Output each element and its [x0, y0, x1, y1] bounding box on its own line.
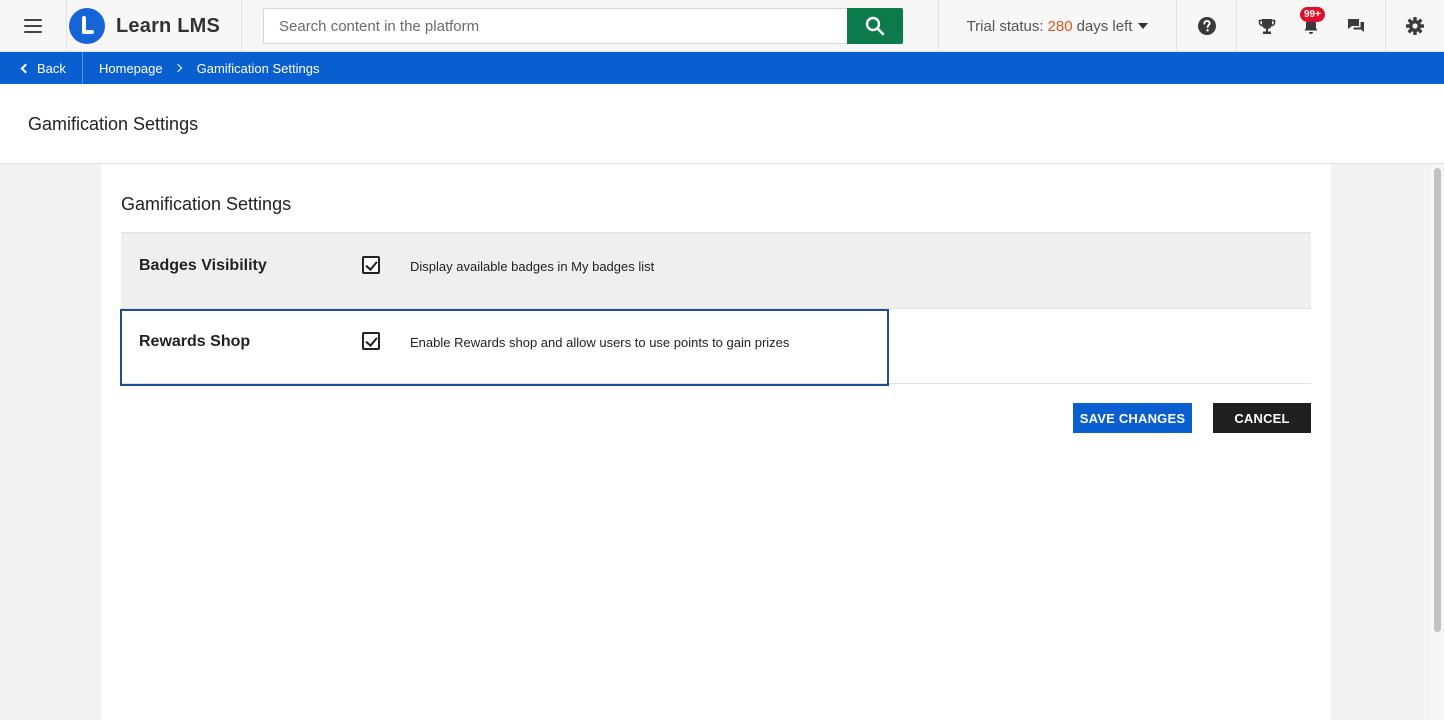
cancel-button[interactable]: CANCEL	[1213, 403, 1311, 433]
breadcrumb: Back Homepage Gamification Settings	[0, 52, 1444, 84]
chat-icon	[1348, 19, 1364, 32]
setting-description: Enable Rewards shop and allow users to u…	[410, 335, 790, 350]
trial-days: 280	[1047, 17, 1073, 35]
breadcrumb-current: Gamification Settings	[196, 60, 320, 76]
page-title: Gamification Settings	[28, 114, 199, 134]
brand-name: Learn LMS	[116, 14, 221, 37]
breadcrumb-homepage-link[interactable]: Homepage	[99, 61, 163, 76]
notifications-badge: 99+	[1300, 7, 1325, 22]
logo-icon	[69, 8, 105, 44]
search-icon	[865, 16, 885, 36]
search-button[interactable]	[847, 8, 903, 44]
back-button[interactable]: Back	[0, 52, 83, 84]
trial-prefix: Trial status:	[966, 17, 1044, 35]
achievements-button[interactable]	[1236, 0, 1296, 52]
setting-row-rewards-shop: Rewards Shop Enable Rewards shop and all…	[120, 308, 1311, 386]
trial-status-dropdown[interactable]: Trial status: 280 days left	[938, 0, 1176, 52]
menu-icon	[24, 19, 42, 33]
setting-description: Display available badges in My badges li…	[410, 259, 655, 274]
trophy-icon	[1258, 19, 1275, 34]
rewards-shop-checkbox[interactable]	[362, 332, 380, 350]
search-bar	[263, 8, 903, 44]
brand[interactable]: Learn LMS	[66, 0, 242, 52]
save-changes-button[interactable]: SAVE CHANGES	[1073, 403, 1192, 433]
settings-card: Gamification Settings Badges Visibility …	[101, 164, 1331, 720]
scrollbar-thumb[interactable]	[1434, 168, 1441, 632]
gear-icon	[1406, 17, 1424, 35]
chevron-down-icon	[1138, 23, 1149, 29]
trial-suffix: days left	[1076, 17, 1133, 35]
chevron-right-icon	[173, 63, 182, 73]
settings-button[interactable]	[1385, 0, 1444, 52]
menu-button[interactable]	[0, 0, 66, 52]
badges-visibility-checkbox[interactable]	[362, 256, 380, 274]
notifications-button[interactable]: 99+	[1296, 0, 1326, 52]
setting-label: Badges Visibility	[139, 257, 267, 274]
messages-button[interactable]	[1326, 0, 1386, 52]
card-title: Gamification Settings	[121, 194, 292, 214]
page-header: Gamification Settings	[0, 84, 1444, 164]
back-label: Back	[37, 60, 66, 76]
setting-row-badges-visibility: Badges Visibility Display available badg…	[121, 232, 1311, 308]
search-input[interactable]	[263, 8, 847, 44]
help-button[interactable]	[1176, 0, 1236, 52]
top-bar: Learn LMS Trial status: 280 days left	[0, 0, 1444, 52]
setting-label: Rewards Shop	[139, 333, 251, 350]
chevron-left-icon	[20, 63, 31, 73]
help-icon	[1197, 17, 1216, 35]
